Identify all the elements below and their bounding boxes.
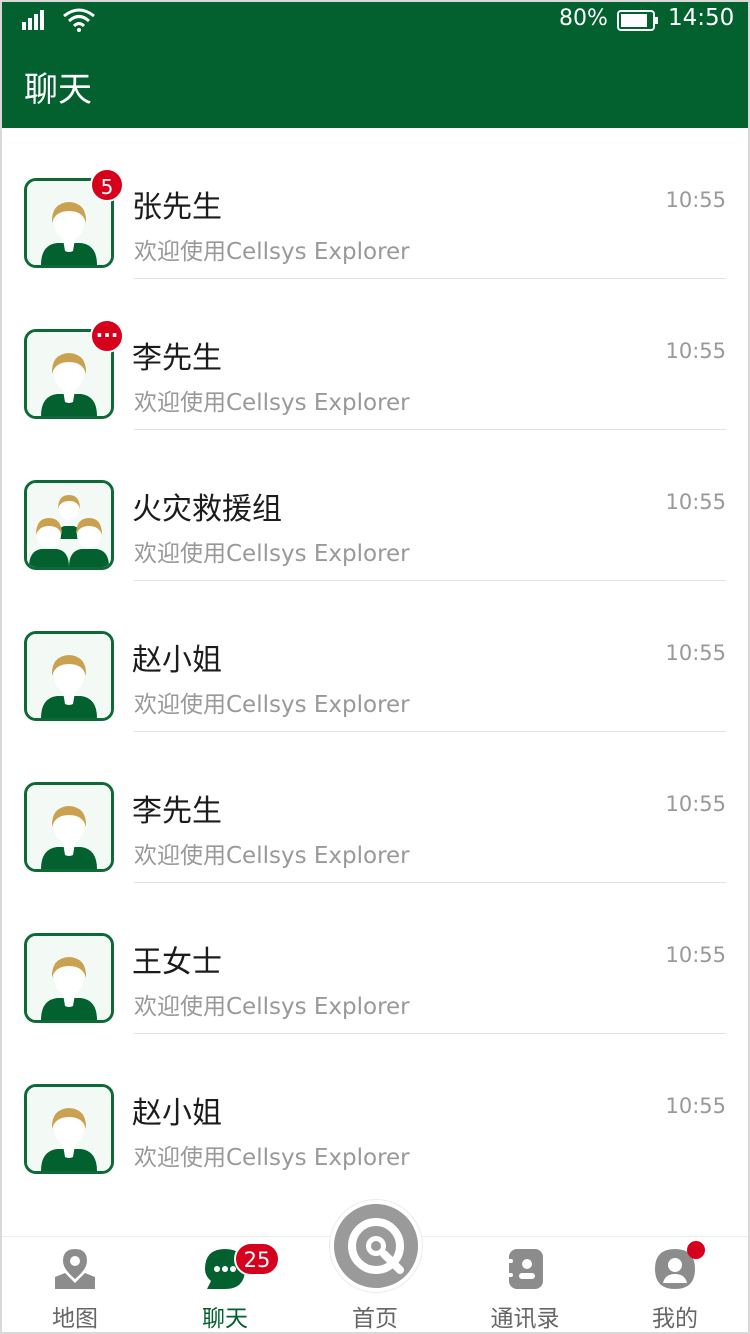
page-title: 聊天 (24, 70, 92, 110)
group-avatar-icon (24, 480, 114, 570)
chat-time: 10:55 (665, 641, 726, 665)
notification-dot (687, 1241, 705, 1259)
tab-label: 我的 (652, 1306, 698, 1332)
chat-list-item[interactable]: 赵小姐 欢迎使用Cellsys Explorer 10:55 (0, 581, 750, 732)
app-header: 80% 14:50 聊天 (0, 0, 750, 128)
tab-label: 地图 (52, 1306, 98, 1332)
status-bar: 80% 14:50 (0, 0, 750, 42)
chat-list-item[interactable]: 王女士 欢迎使用Cellsys Explorer 10:55 (0, 883, 750, 1034)
unread-badge: 5 (90, 168, 124, 202)
signal-icon (22, 10, 44, 30)
chat-name: 火灾救援组 (132, 492, 282, 527)
more-badge: ··· (90, 319, 124, 353)
chat-list-item[interactable]: 5 张先生 欢迎使用Cellsys Explorer 10:55 (0, 128, 750, 279)
chat-name: 李先生 (132, 794, 222, 829)
battery-icon (617, 10, 658, 31)
chat-name: 王女士 (132, 945, 222, 980)
chat-list: 5 张先生 欢迎使用Cellsys Explorer 10:55 ··· 李先生… (0, 128, 750, 1185)
chat-time: 10:55 (665, 339, 726, 363)
home-target-icon (348, 1218, 404, 1274)
chat-time: 10:55 (665, 943, 726, 967)
tab-label: 通讯录 (490, 1306, 560, 1332)
single-person-avatar-icon (24, 1084, 114, 1174)
chat-list-item[interactable]: 赵小姐 欢迎使用Cellsys Explorer 10:55 (0, 1034, 750, 1185)
tab-me[interactable]: 我的 (600, 1237, 750, 1334)
chat-name: 赵小姐 (132, 1096, 222, 1131)
chat-name: 李先生 (132, 341, 222, 376)
tab-label: 聊天 (202, 1306, 248, 1332)
tab-map[interactable]: 地图 (0, 1237, 150, 1334)
wifi-icon (63, 8, 95, 32)
map-pin-icon (55, 1249, 95, 1289)
chat-preview: 欢迎使用Cellsys Explorer (134, 843, 410, 869)
tab-label: 首页 (352, 1306, 398, 1332)
chat-preview: 欢迎使用Cellsys Explorer (134, 390, 410, 416)
tab-contacts[interactable]: 通讯录 (450, 1237, 600, 1334)
chat-time: 10:55 (665, 1094, 726, 1118)
single-person-avatar-icon (24, 782, 114, 872)
chat-preview: 欢迎使用Cellsys Explorer (134, 1145, 410, 1171)
battery-percent: 80% (559, 6, 608, 31)
chat-list-item[interactable]: 李先生 欢迎使用Cellsys Explorer 10:55 (0, 732, 750, 883)
chat-time: 10:55 (665, 792, 726, 816)
status-time: 14:50 (668, 5, 735, 31)
chat-name: 赵小姐 (132, 643, 222, 678)
chat-preview: 欢迎使用Cellsys Explorer (134, 692, 410, 718)
chat-list-item[interactable]: 火灾救援组 欢迎使用Cellsys Explorer 10:55 (0, 430, 750, 581)
home-button[interactable] (330, 1200, 422, 1292)
chat-tab-badge: 25 (234, 1242, 280, 1276)
chat-preview: 欢迎使用Cellsys Explorer (134, 541, 410, 567)
chat-time: 10:55 (665, 490, 726, 514)
chat-preview: 欢迎使用Cellsys Explorer (134, 994, 410, 1020)
chat-list-item[interactable]: ··· 李先生 欢迎使用Cellsys Explorer 10:55 (0, 279, 750, 430)
single-person-avatar-icon (24, 933, 114, 1023)
chat-name: 张先生 (132, 190, 222, 225)
chat-time: 10:55 (665, 188, 726, 212)
chat-preview: 欢迎使用Cellsys Explorer (134, 239, 410, 265)
contacts-icon (505, 1249, 543, 1289)
single-person-avatar-icon (24, 631, 114, 721)
